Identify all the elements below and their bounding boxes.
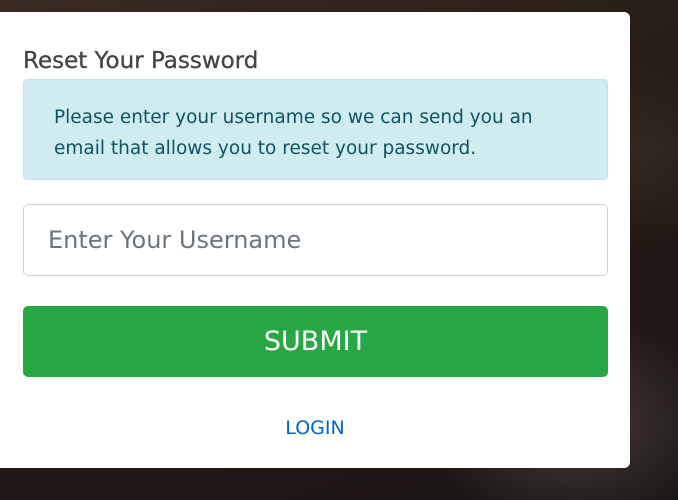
submit-button[interactable]: SUBMIT [23,306,608,377]
reset-password-card: Reset Your Password Please enter your us… [0,12,630,468]
page-title: Reset Your Password [23,48,259,74]
info-alert-text: Please enter your username so we can sen… [54,107,533,159]
username-input[interactable] [23,204,608,276]
info-alert: Please enter your username so we can sen… [23,79,608,180]
login-link[interactable]: LOGIN [0,417,630,439]
